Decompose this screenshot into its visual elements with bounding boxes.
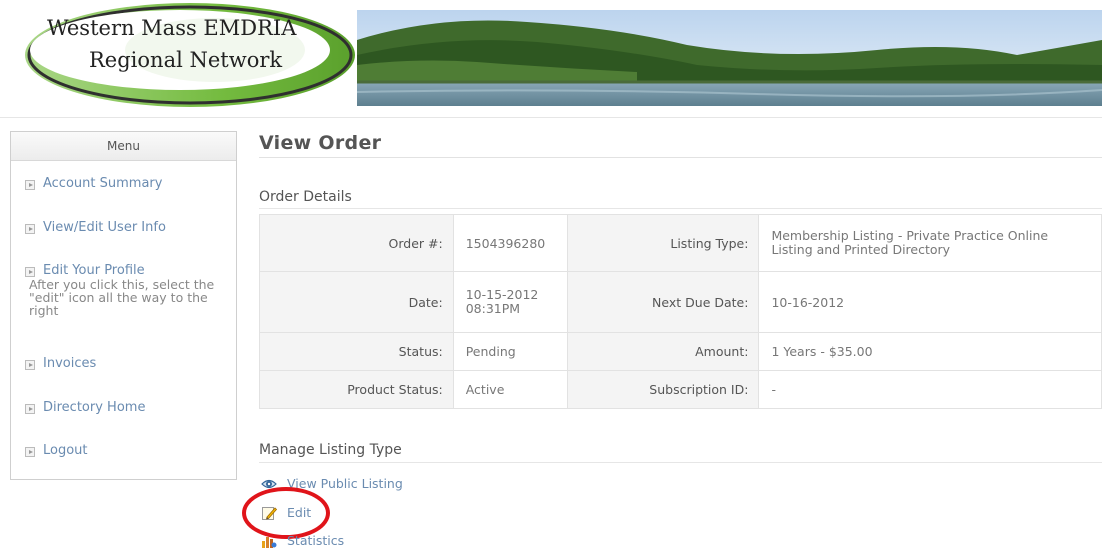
sidebar-menu: Menu Account Summary View/Edit User Info… (10, 131, 237, 480)
sidebar-item-label: View/Edit User Info (43, 220, 166, 235)
order-number-label: Order #: (259, 214, 454, 272)
next-due-date-label: Next Due Date: (566, 271, 760, 333)
amount-value: 1 Years - $35.00 (758, 332, 1102, 371)
sidebar-item-label: Directory Home (43, 400, 146, 415)
section-divider (259, 462, 1102, 463)
sidebar-item-account-summary[interactable]: Account Summary (25, 177, 162, 191)
statistics-icon (262, 537, 277, 548)
listing-type-value: Membership Listing - Private Practice On… (758, 214, 1102, 272)
edit-highlight-circle (242, 487, 330, 539)
logo-title-line1: Western Mass EMDRIA (47, 16, 297, 40)
sidebar-item-note: After you click this, select the "edit" … (29, 277, 215, 318)
order-details-table: Order #: 1504396280 Listing Type: Member… (259, 214, 1102, 409)
sidebar-item-directory-home[interactable]: Directory Home (25, 401, 145, 415)
site-logo[interactable]: Western Mass EMDRIA Regional Network (0, 0, 355, 118)
section-divider (259, 208, 1102, 209)
header-divider (0, 117, 1102, 118)
arrow-bullet-icon (25, 224, 35, 234)
table-row: Order #: 1504396280 Listing Type: Member… (259, 214, 1102, 272)
table-row: Status: Pending Amount: 1 Years - $35.00 (259, 332, 1102, 371)
arrow-bullet-icon (25, 267, 35, 277)
date-value: 10-15-2012 08:31PM (452, 271, 568, 333)
statistics-link[interactable]: Statistics (261, 533, 344, 549)
status-label: Status: (259, 332, 454, 371)
manage-listing-heading: Manage Listing Type (259, 442, 402, 458)
title-divider (259, 157, 1102, 158)
header-banner-image (357, 10, 1102, 106)
subscription-id-label: Subscription ID: (566, 370, 760, 409)
sidebar-item-invoices[interactable]: Invoices (25, 357, 96, 371)
date-label: Date: (259, 271, 454, 333)
next-due-date-value: 10-16-2012 (758, 271, 1102, 333)
listing-type-label: Listing Type: (566, 214, 760, 272)
arrow-bullet-icon (25, 360, 35, 370)
sidebar-item-view-edit-user-info[interactable]: View/Edit User Info (25, 221, 166, 235)
statistics-label: Statistics (287, 533, 345, 548)
page-title: View Order (259, 132, 382, 154)
sidebar-item-label: Account Summary (43, 176, 163, 191)
status-value: Pending (452, 332, 568, 371)
table-row: Product Status: Active Subscription ID: … (259, 370, 1102, 409)
sidebar-item-label: Edit Your Profile (43, 263, 145, 278)
arrow-bullet-icon (25, 404, 35, 414)
sidebar-item-logout[interactable]: Logout (25, 444, 88, 458)
product-status-value: Active (452, 370, 568, 409)
amount-label: Amount: (566, 332, 760, 371)
sidebar-item-label: Invoices (43, 356, 97, 371)
site-header: Western Mass EMDRIA Regional Network (0, 0, 1102, 118)
table-row: Date: 10-15-2012 08:31PM Next Due Date: … (259, 271, 1102, 333)
arrow-bullet-icon (25, 447, 35, 457)
arrow-bullet-icon (25, 180, 35, 190)
sidebar-item-label: Logout (43, 443, 88, 458)
logo-title-line2: Regional Network (89, 48, 283, 72)
order-details-heading: Order Details (259, 189, 352, 205)
order-number-value: 1504396280 (452, 214, 568, 272)
sidebar-item-edit-your-profile[interactable]: Edit Your Profile After you click this, … (25, 264, 230, 317)
product-status-label: Product Status: (259, 370, 454, 409)
menu-title: Menu (11, 132, 236, 161)
subscription-id-value: - (758, 370, 1102, 409)
